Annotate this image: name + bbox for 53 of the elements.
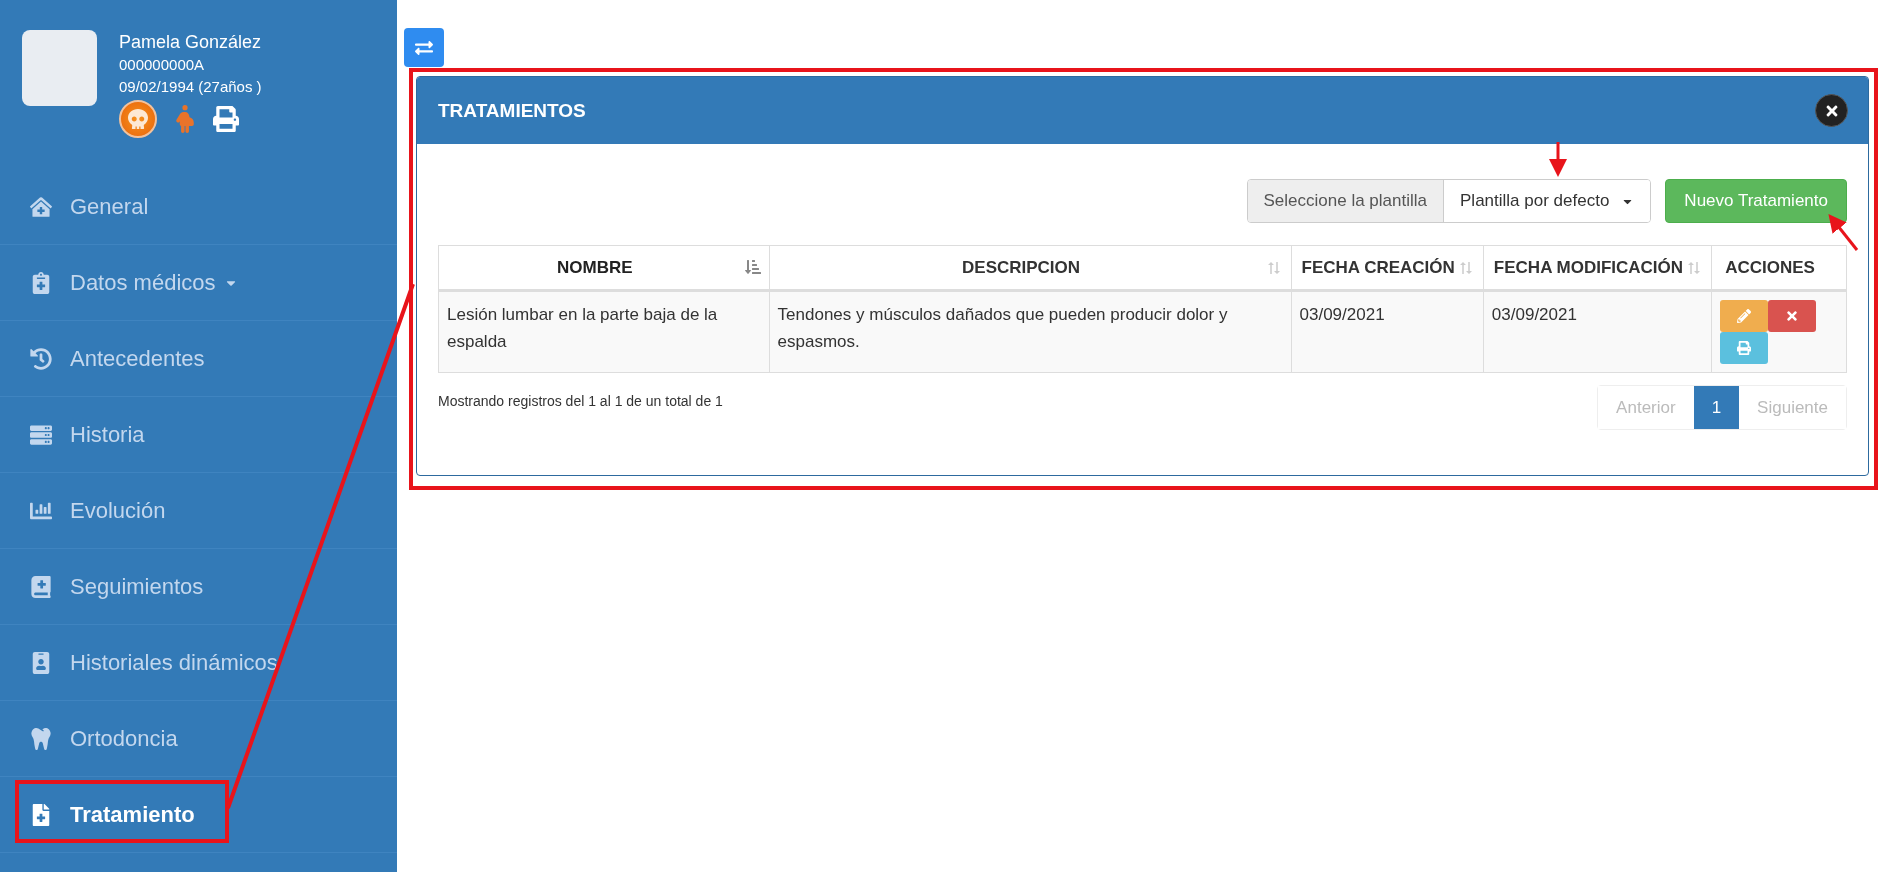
annotation-arrow — [1549, 142, 1567, 177]
edit-button[interactable] — [1720, 300, 1769, 332]
new-treatment-button[interactable]: Nuevo Tratamiento — [1665, 179, 1847, 223]
clipboard-plus-icon — [30, 271, 52, 294]
book-plus-icon — [30, 575, 52, 598]
nav-item[interactable]: Evolución — [0, 473, 397, 549]
history-icon — [30, 347, 52, 370]
close-button[interactable] — [1815, 94, 1848, 127]
toggle-sidebar-button[interactable] — [404, 28, 444, 67]
print-icon[interactable] — [213, 106, 239, 132]
house-plus-icon — [30, 195, 52, 218]
nav-label: Evolución — [70, 497, 166, 524]
swap-arrows-icon — [415, 38, 433, 57]
panel-title: TRATAMIENTOS — [438, 99, 586, 122]
nav-item[interactable]: Historiales dinámicos — [0, 625, 397, 701]
nav-label: Datos médicos — [70, 269, 216, 296]
nav-item[interactable]: Historia — [0, 397, 397, 473]
table-cell: 03/09/2021 — [1483, 290, 1712, 373]
table-cell: 03/09/2021 — [1291, 290, 1484, 373]
template-select[interactable]: Seleccione la plantilla Plantilla por defecto — [1246, 179, 1652, 223]
pencil-icon — [1737, 309, 1752, 323]
nav-label: Tratamiento — [70, 801, 195, 828]
nav-item[interactable]: Ortodoncia — [0, 701, 397, 777]
nav-label: Ortodoncia — [70, 725, 178, 752]
print-icon — [1737, 341, 1752, 355]
stack-icon — [30, 423, 52, 446]
nav-item[interactable]: Antecedentes — [0, 321, 397, 397]
nav-item[interactable]: Seguimientos — [0, 549, 397, 625]
records-info: Mostrando registros del 1 al 1 de un total de 1 — [438, 392, 723, 411]
tooth-icon — [30, 727, 52, 750]
skull-icon[interactable] — [119, 100, 157, 138]
page-button[interactable]: 1 — [1693, 386, 1740, 429]
file-plus-icon — [30, 803, 52, 826]
nav-label: Seguimientos — [70, 573, 204, 600]
sort-icon[interactable] — [744, 259, 761, 275]
table-cell: Lesión lumbar en la parte baja de la espalda — [438, 290, 770, 373]
nav-item[interactable]: General — [0, 169, 397, 245]
nav-label: Antecedentes — [70, 345, 205, 372]
patient-birthdate: 09/02/1994 (27años ) — [119, 77, 262, 97]
nav-label: Historiales dinámicos — [70, 649, 278, 676]
annotation-arrow — [1828, 213, 1859, 251]
table-cell: Tendones y músculos dañados que pueden producir dolor y espasmos. — [769, 290, 1292, 373]
nav-item[interactable]: Tratamiento — [0, 777, 397, 853]
close-icon — [1785, 309, 1800, 323]
nav-label: General — [70, 193, 149, 220]
delete-button[interactable] — [1768, 300, 1817, 332]
nav-item[interactable]: Datos médicos — [0, 245, 397, 321]
patient-name: Pamela González — [119, 31, 262, 54]
nav-label: Historia — [70, 421, 145, 448]
patient-id: 000000000A — [119, 55, 206, 75]
badge-person-icon — [30, 651, 52, 674]
print-button[interactable] — [1720, 332, 1769, 364]
template-label: Seleccione la plantilla — [1247, 180, 1445, 222]
